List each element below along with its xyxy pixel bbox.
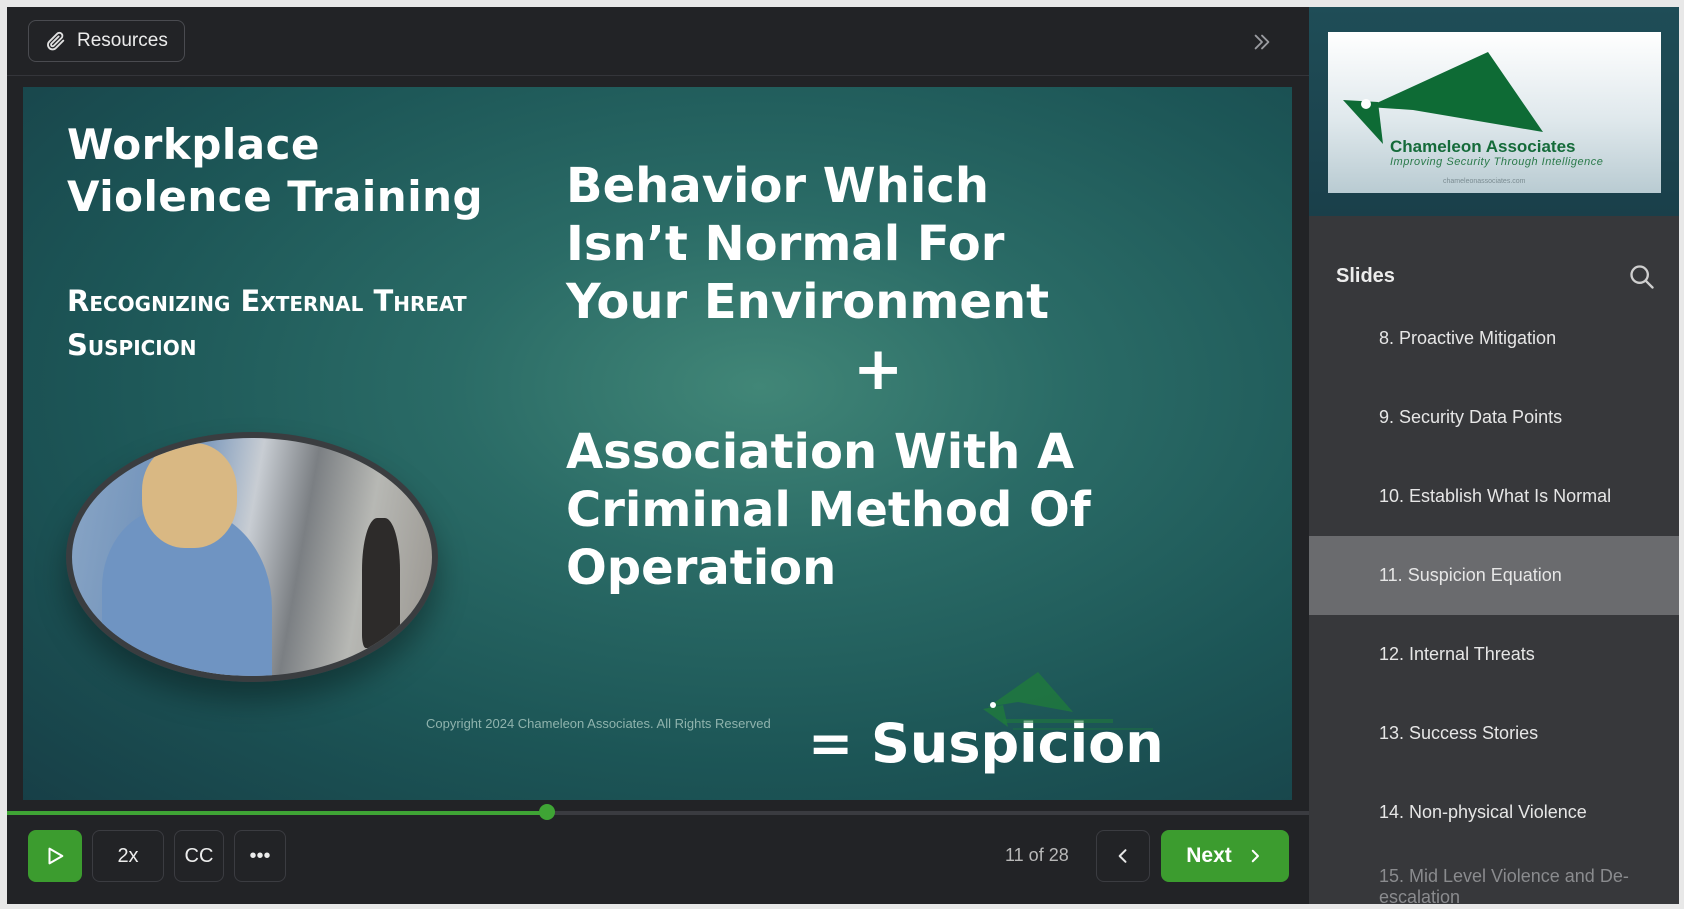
paperclip-icon [47,31,65,51]
slide-item-10[interactable]: 10. Establish What Is Normal [1309,457,1679,536]
search-icon [1630,265,1654,289]
search-slides-button[interactable] [1625,260,1659,294]
chameleon-logo-icon [1343,52,1543,144]
collapse-sidebar-button[interactable] [1247,27,1277,57]
resources-button[interactable]: Resources [28,20,185,62]
top-bar: Resources [7,7,1309,76]
player-frame: Resources Workplace Violence Training Re… [7,7,1679,904]
logo-brand: Chameleon Associates [1390,137,1576,156]
slide-copyright: Copyright 2024 Chameleon Associates. All… [426,716,771,731]
logo-url: chameleonassociates.com [1443,178,1526,185]
next-label: Next [1186,844,1232,867]
double-chevron-right-icon [1254,34,1270,50]
slide-subtitle: Recognizing External Threat Suspicion [67,284,467,362]
slide-photo [66,432,438,682]
slide-title: Workplace Violence Training [67,120,484,221]
company-logo: Chameleon Associates Improving Security … [1328,32,1661,193]
slide-item-14[interactable]: 14. Non-physical Violence [1309,773,1679,852]
chevron-right-icon [1251,849,1259,863]
slide-item-15[interactable]: 15. Mid Level Violence and De-escalation [1309,852,1679,904]
behavior-text: Behavior Which Isn’t Normal For Your Env… [566,158,1050,330]
plus-sign: + [853,334,904,404]
slide-item-12[interactable]: 12. Internal Threats [1309,615,1679,694]
more-options-button[interactable]: ••• [234,830,286,882]
slide-item-13[interactable]: 13. Success Stories [1309,694,1679,773]
chameleon-logo-icon [983,672,1153,730]
progress-fill [7,811,548,815]
slide-item-11[interactable]: 11. Suspicion Equation [1309,536,1679,615]
progress-bar[interactable] [7,804,1309,820]
slide-item-9[interactable]: 9. Security Data Points [1309,378,1679,457]
play-button[interactable] [28,830,82,882]
slide-item-8[interactable]: 8. Proactive Mitigation [1309,299,1679,378]
previous-button[interactable] [1096,830,1150,882]
equals-sign: = [808,712,854,775]
slides-heading: Slides [1336,265,1395,287]
progress-thumb[interactable] [539,804,556,820]
playback-speed-button[interactable]: 2x [92,830,164,882]
slide-counter: 11 of 28 [1005,845,1069,865]
closed-captions-button[interactable]: CC [174,830,224,882]
association-text: Association With A Criminal Method Of Op… [566,424,1091,596]
play-icon [48,847,64,865]
sidebar: Chameleon Associates Improving Security … [1309,7,1679,904]
resources-label: Resources [77,30,168,51]
logo-tagline: Improving Security Through Intelligence [1390,156,1604,168]
chevron-left-icon [1118,849,1127,863]
slide-list: 8. Proactive Mitigation 9. Security Data… [1309,299,1679,904]
sidebar-logo-panel: Chameleon Associates Improving Security … [1309,7,1679,216]
slide-canvas: Workplace Violence Training Recognizing … [23,87,1292,800]
next-button[interactable]: Next [1161,830,1289,882]
